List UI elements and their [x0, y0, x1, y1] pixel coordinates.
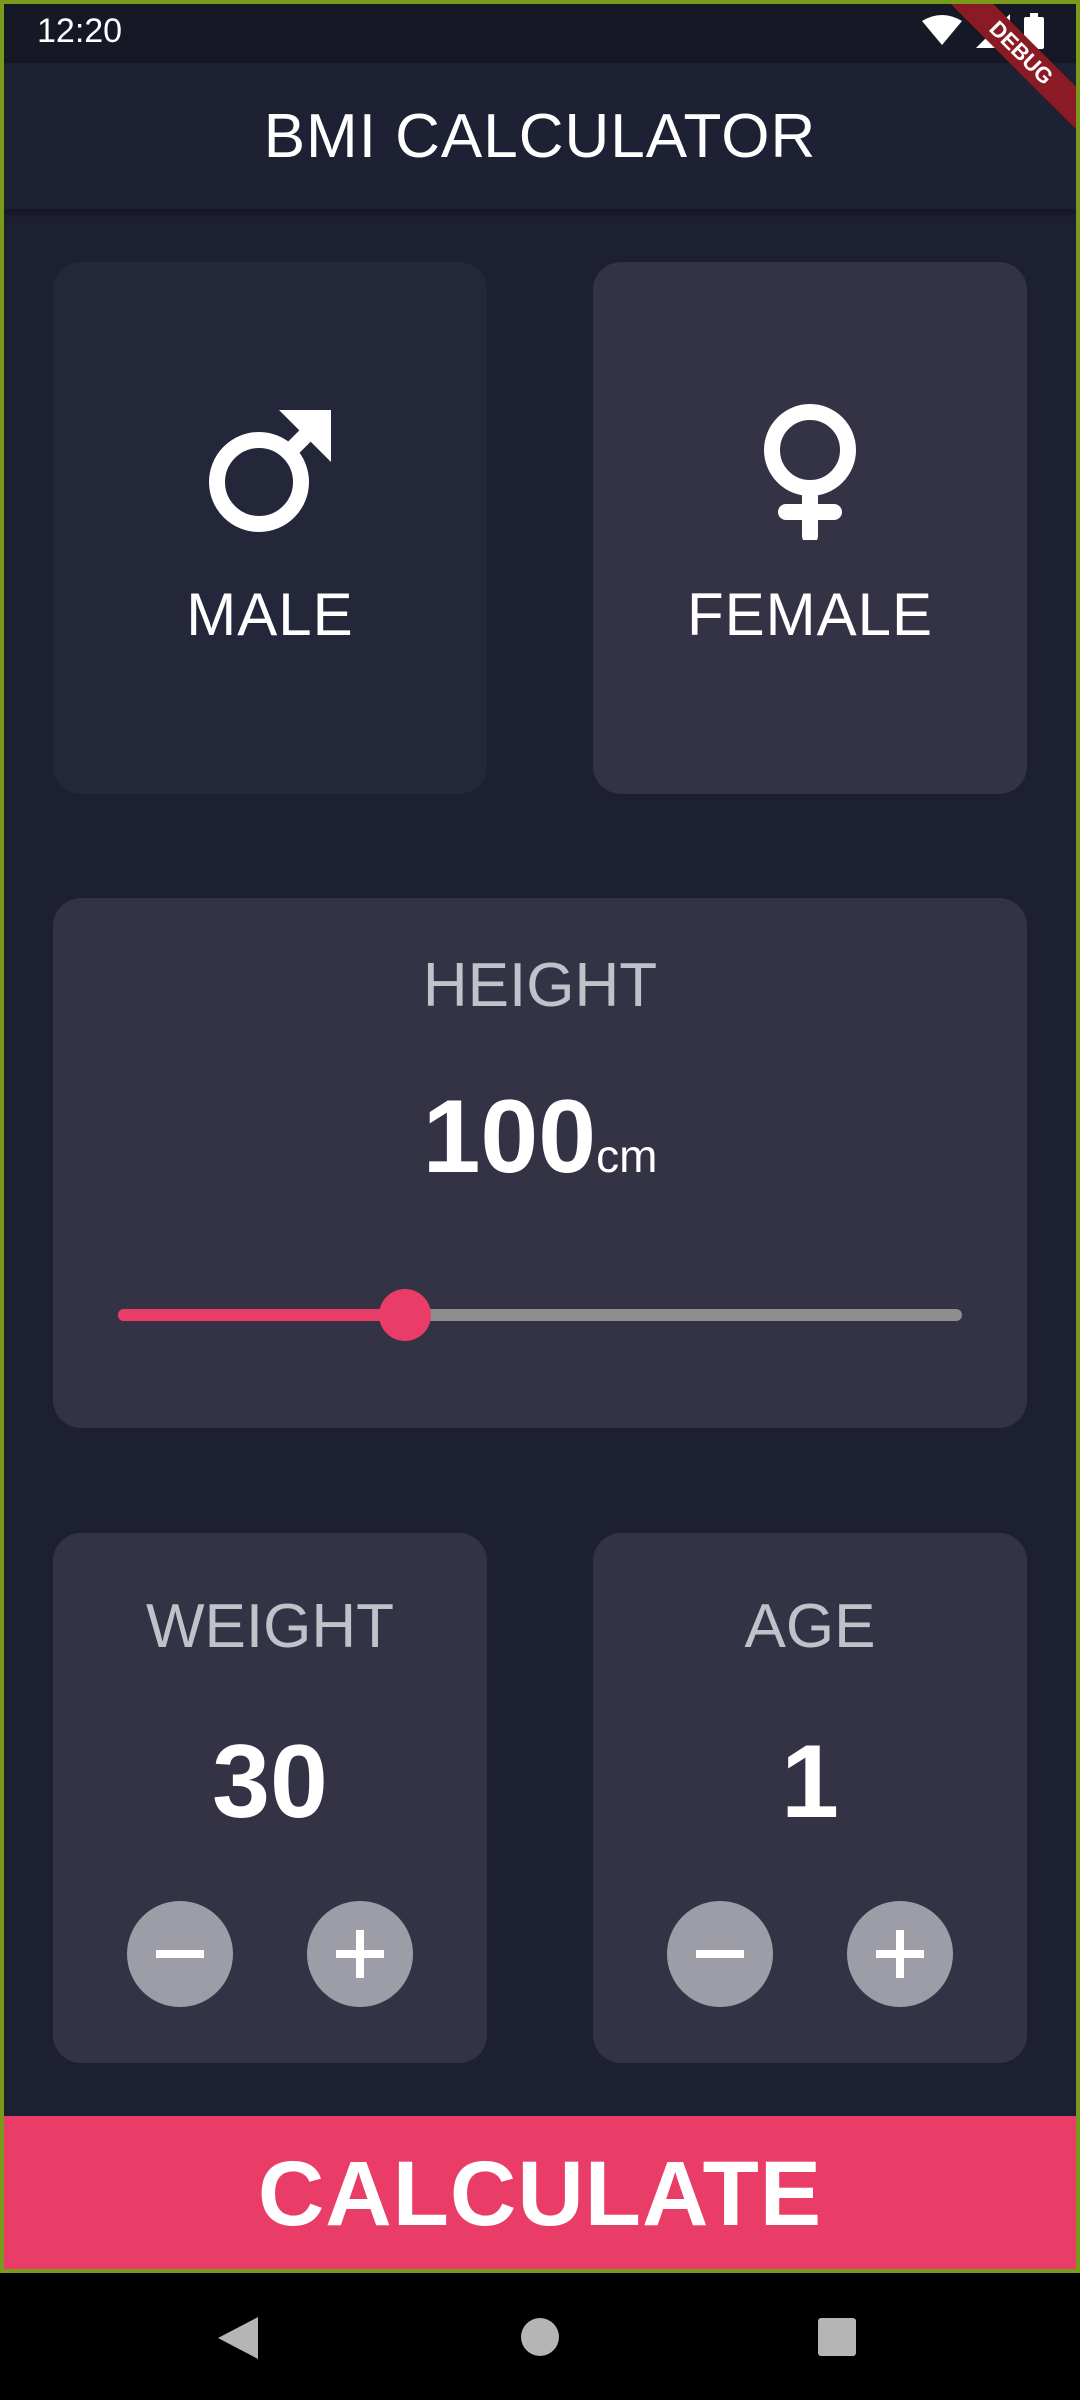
male-label: MALE [186, 581, 354, 648]
age-card: AGE 1 [593, 1533, 1027, 2063]
age-value: 1 [781, 1724, 839, 1840]
female-icon [764, 404, 856, 540]
minus-icon [156, 1950, 204, 1958]
status-bar: 12:20 [0, 0, 1080, 63]
weight-increment-button[interactable] [307, 1901, 413, 2007]
male-icon [209, 410, 331, 532]
age-increment-button[interactable] [847, 1901, 953, 2007]
weight-card: WEIGHT 30 [53, 1533, 487, 2063]
calculate-label: CALCULATE [257, 2143, 823, 2245]
debug-banner: DEBUG [930, 0, 1080, 150]
female-card[interactable]: FEMALE [593, 262, 1027, 794]
plus-icon [876, 1930, 924, 1978]
weight-label: WEIGHT [146, 1592, 394, 1661]
system-nav-bar [0, 2273, 1080, 2400]
age-decrement-button[interactable] [667, 1901, 773, 2007]
height-card: HEIGHT 100cm [53, 898, 1027, 1428]
home-icon[interactable] [520, 2317, 560, 2357]
weight-value: 30 [212, 1724, 328, 1840]
back-icon[interactable] [218, 2317, 258, 2359]
height-value-row: 100cm [53, 1078, 1027, 1197]
height-slider-fill [118, 1309, 405, 1321]
weight-decrement-button[interactable] [127, 1901, 233, 2007]
height-label: HEIGHT [422, 951, 658, 1020]
height-unit: cm [596, 1130, 658, 1182]
female-label: FEMALE [686, 581, 934, 648]
male-card[interactable]: MALE [53, 262, 487, 794]
debug-label: DEBUG [936, 0, 1080, 138]
height-value: 100 [422, 1079, 597, 1195]
app-bar: BMI CALCULATOR [0, 63, 1080, 209]
age-label: AGE [744, 1592, 876, 1661]
recents-icon[interactable] [818, 2318, 856, 2356]
plus-icon [336, 1930, 384, 1978]
height-slider-thumb[interactable] [379, 1289, 431, 1341]
status-time: 12:20 [37, 12, 123, 50]
minus-icon [696, 1950, 744, 1958]
calculate-button[interactable]: CALCULATE [0, 2116, 1080, 2273]
page-title: BMI CALCULATOR [263, 101, 817, 171]
